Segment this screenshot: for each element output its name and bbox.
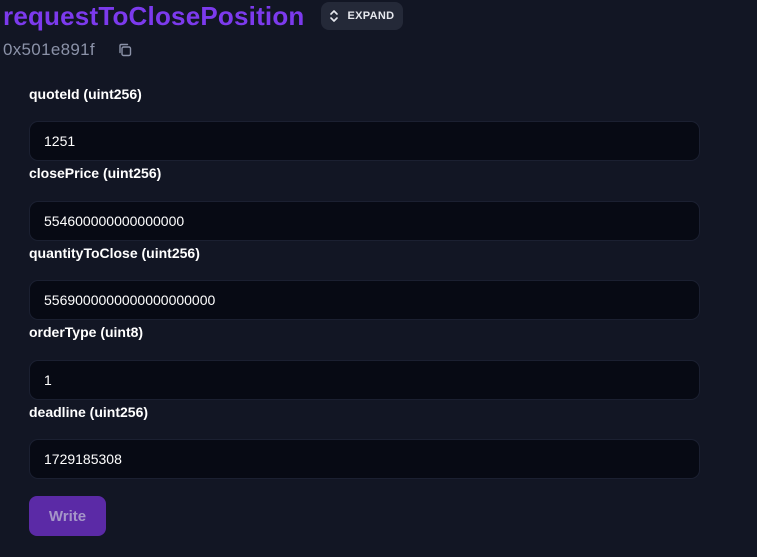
order-type-input[interactable] bbox=[29, 360, 700, 400]
close-price-label: closePrice (uint256) bbox=[29, 165, 162, 181]
write-function-panel: requestToClosePosition EXPAND 0x501e891f… bbox=[0, 0, 757, 557]
deadline-input[interactable] bbox=[29, 439, 700, 479]
close-price-input[interactable] bbox=[29, 201, 700, 241]
quantity-to-close-input[interactable] bbox=[29, 280, 700, 320]
order-type-label: orderType (uint8) bbox=[29, 324, 144, 340]
quantity-to-close-label: quantityToClose (uint256) bbox=[29, 245, 200, 261]
write-button[interactable]: Write bbox=[29, 496, 106, 536]
function-header: requestToClosePosition EXPAND bbox=[3, 0, 404, 36]
expand-label: EXPAND bbox=[347, 10, 395, 22]
expand-button[interactable]: EXPAND bbox=[320, 2, 404, 30]
address-row: 0x501e891f bbox=[3, 40, 133, 60]
function-address: 0x501e891f bbox=[3, 40, 95, 59]
deadline-label: deadline (uint256) bbox=[29, 404, 149, 420]
quote-id-label: quoteId (uint256) bbox=[29, 86, 142, 102]
function-name: requestToClosePosition bbox=[3, 1, 305, 31]
chevron-up-down-icon bbox=[329, 10, 338, 22]
quote-id-input[interactable] bbox=[29, 121, 700, 161]
copy-icon[interactable] bbox=[117, 42, 133, 58]
